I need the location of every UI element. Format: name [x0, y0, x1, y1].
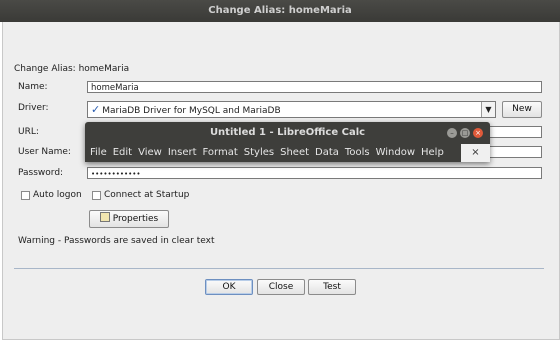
- minimize-icon[interactable]: –: [447, 128, 457, 138]
- menu-sheet[interactable]: Sheet: [280, 147, 309, 158]
- menu-window[interactable]: Window: [376, 147, 415, 158]
- name-label: Name:: [18, 82, 48, 92]
- libreoffice-calc-window[interactable]: Untitled 1 - LibreOffice Calc – □ × File…: [85, 122, 490, 162]
- driver-select[interactable]: ✓ MariaDB Driver for MySQL and MariaDB ▼: [87, 101, 496, 118]
- username-label: User Name:: [18, 147, 71, 157]
- driver-value: MariaDB Driver for MySQL and MariaDB: [102, 106, 281, 116]
- driver-label: Driver:: [18, 103, 49, 113]
- properties-icon: [99, 212, 110, 222]
- maximize-icon[interactable]: □: [460, 128, 470, 138]
- menu-styles[interactable]: Styles: [244, 147, 274, 158]
- check-icon: ✓: [91, 103, 101, 116]
- dropdown-arrow-icon[interactable]: ▼: [481, 102, 495, 117]
- window-title: Change Alias: homeMaria: [208, 5, 352, 16]
- url-label: URL:: [18, 127, 39, 137]
- ok-button[interactable]: OK: [205, 279, 253, 295]
- dialog-heading: Change Alias: homeMaria: [14, 64, 130, 74]
- libreoffice-title: Untitled 1 - LibreOffice Calc: [209, 127, 366, 138]
- close-button[interactable]: Close: [257, 279, 305, 295]
- auto-logon-checkbox[interactable]: [21, 191, 30, 200]
- password-field[interactable]: ••••••••••••: [87, 167, 542, 179]
- password-label: Password:: [18, 168, 64, 178]
- menu-help[interactable]: Help: [421, 147, 444, 158]
- menu-edit[interactable]: Edit: [113, 147, 132, 158]
- properties-button[interactable]: Properties: [89, 210, 169, 228]
- menu-tools[interactable]: Tools: [345, 147, 370, 158]
- name-field[interactable]: homeMaria: [87, 81, 542, 93]
- window-titlebar[interactable]: Change Alias: homeMaria: [0, 0, 560, 22]
- new-driver-button[interactable]: New: [502, 101, 542, 118]
- separator: [14, 268, 544, 269]
- menu-view[interactable]: View: [138, 147, 162, 158]
- menu-data[interactable]: Data: [315, 147, 339, 158]
- properties-label: Properties: [112, 214, 159, 224]
- close-document-icon[interactable]: ×: [461, 144, 490, 162]
- menu-file[interactable]: File: [90, 147, 107, 158]
- libreoffice-menubar: File Edit View Insert Format Styles Sheet Data T…: [85, 144, 460, 162]
- connect-startup-label: Connect at Startup: [104, 190, 190, 200]
- password-warning: Warning - Passwords are saved in clear t…: [18, 236, 215, 246]
- test-button[interactable]: Test: [308, 279, 356, 295]
- menu-insert[interactable]: Insert: [168, 147, 197, 158]
- close-window-icon[interactable]: ×: [473, 128, 483, 138]
- menu-format[interactable]: Format: [203, 147, 238, 158]
- connect-startup-checkbox[interactable]: [92, 191, 101, 200]
- auto-logon-label: Auto logon: [33, 190, 82, 200]
